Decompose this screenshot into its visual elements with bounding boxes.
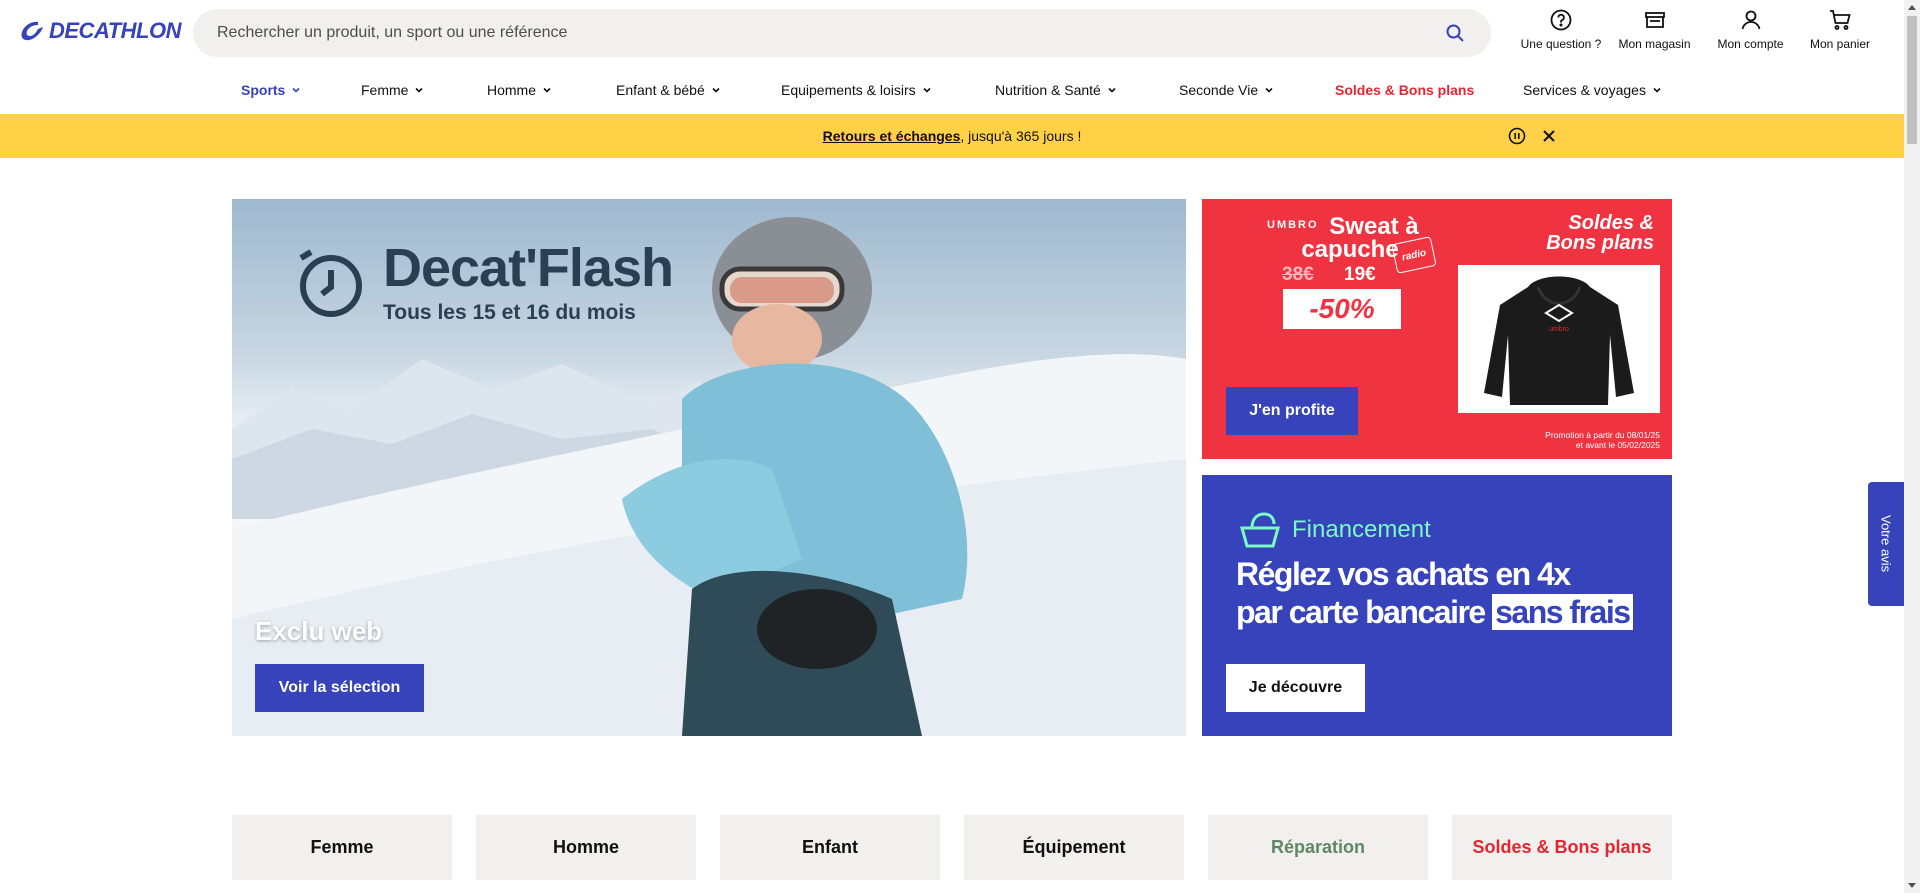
category-shortcuts: Femme Homme Enfant Équipement Réparation… — [232, 815, 1672, 880]
chevron-down-icon — [712, 87, 720, 93]
chevron-down-icon — [923, 87, 931, 93]
hero-tag: Exclu web — [255, 616, 383, 646]
nav-item-label: Equipements & loisirs — [781, 82, 916, 98]
nav-item-homme[interactable]: Homme — [487, 72, 552, 108]
legal-line2: et avant le 05/02/2025 — [1575, 440, 1660, 450]
cart-icon — [1830, 10, 1851, 30]
sale-tag-line1: Soldes & — [1568, 212, 1654, 234]
nav-item-enfant-bebe[interactable]: Enfant & bébé — [616, 72, 721, 108]
promo-cta-button[interactable]: J'en profite — [1226, 387, 1358, 435]
pause-icon — [1508, 127, 1526, 145]
chevron-down-icon — [1265, 87, 1273, 93]
category-homme[interactable]: Homme — [476, 815, 696, 880]
nav-item-soldes[interactable]: Soldes & Bons plans — [1335, 72, 1474, 108]
search-input[interactable] — [217, 24, 1443, 42]
logo-mark-icon — [21, 21, 43, 41]
chevron-down-icon — [1653, 87, 1661, 93]
search-button[interactable] — [1443, 21, 1467, 45]
promo-sale-tag: Soldes & Bons plans — [1546, 213, 1654, 253]
close-banner-button[interactable] — [1539, 126, 1559, 146]
promo-legal: Promotion à partir du 08/01/25 et avant … — [1545, 430, 1660, 450]
scrollbar-thumb[interactable] — [1907, 16, 1917, 144]
hoodie-illustration: umbro — [1484, 276, 1634, 405]
financing-label: Financement — [1292, 516, 1431, 543]
main-navigation: Sports Femme Homme Enfant & bébé Equipem… — [0, 72, 1904, 108]
hoodie-image: umbro — [1458, 265, 1660, 413]
promo-new-price: 19€ — [1344, 264, 1376, 285]
nav-item-label: Homme — [487, 82, 537, 98]
category-equipement[interactable]: Équipement — [964, 815, 1184, 880]
promo-old-price: 38€ — [1282, 264, 1314, 285]
site-header: DECATHLON Une question ? Mon magasin — [0, 0, 1904, 66]
banner-text: , jusqu'à 365 jours ! — [960, 128, 1082, 144]
financing-line1: Réglez vos achats en 4x — [1236, 556, 1571, 592]
nav-item-equipements[interactable]: Equipements & loisirs — [781, 72, 932, 108]
chevron-down-icon — [415, 87, 424, 93]
timer-icon — [299, 249, 362, 317]
scroll-down-arrow[interactable] — [1908, 883, 1916, 888]
hero-title-group: Decat'Flash Tous les 15 et 16 du mois — [287, 238, 674, 325]
category-femme[interactable]: Femme — [232, 815, 452, 880]
decathlon-logo[interactable]: DECATHLON — [19, 18, 181, 44]
feedback-label: Votre avis — [1878, 515, 1894, 573]
svg-text:umbro: umbro — [1549, 326, 1569, 333]
nav-item-label: Seconde Vie — [1179, 82, 1259, 98]
nav-item-label: Soldes & Bons plans — [1335, 82, 1475, 98]
hero-decatflash[interactable]: Decat'Flash Tous les 15 et 16 du mois Ex… — [232, 199, 1186, 736]
legal-line1: Promotion à partir du 08/01/25 — [1545, 430, 1660, 440]
nav-item-services-voyages[interactable]: Services & voyages — [1523, 72, 1662, 108]
discover-button[interactable]: Je découvre — [1226, 664, 1365, 712]
cart-button[interactable]: Mon panier — [1796, 8, 1884, 51]
page-scrollbar[interactable] — [1904, 0, 1920, 893]
financing-headline: Réglez vos achats en 4x par carte bancai… — [1236, 555, 1633, 631]
nav-item-nutrition-sante[interactable]: Nutrition & Santé — [995, 72, 1117, 108]
financing-card[interactable]: Financement Réglez vos achats en 4x par … — [1202, 475, 1672, 736]
financing-highlight: sans frais — [1492, 594, 1633, 630]
user-icon — [1741, 10, 1760, 30]
search-icon — [1446, 24, 1464, 42]
promo-umbro-hoodie[interactable]: UMBRO Sweat à capuche 38€ 19€ -50% radio… — [1202, 199, 1672, 459]
scroll-up-arrow[interactable] — [1908, 5, 1916, 10]
question-icon — [1550, 9, 1572, 31]
category-reparation[interactable]: Réparation — [1208, 815, 1428, 880]
hero-title: Decat'Flash — [383, 238, 674, 298]
nav-item-label: Sports — [241, 82, 286, 98]
chevron-down-icon — [1108, 87, 1116, 93]
basket-icon — [1240, 512, 1280, 548]
nav-item-label: Femme — [361, 82, 409, 98]
pause-button[interactable] — [1507, 126, 1527, 146]
promo-discount-badge: -50% — [1283, 289, 1401, 329]
hero-subtitle: Tous les 15 et 16 du mois — [383, 301, 636, 324]
account-label: Mon compte — [1717, 37, 1784, 51]
nav-item-femme[interactable]: Femme — [361, 72, 424, 108]
feedback-tab[interactable]: Votre avis — [1868, 482, 1904, 606]
store-button[interactable]: Mon magasin — [1606, 8, 1703, 51]
chevron-down-icon — [543, 87, 551, 93]
financing-line2: par carte bancaire sans frais — [1236, 593, 1633, 631]
see-selection-button[interactable]: Voir la sélection — [255, 664, 424, 712]
announcement-banner: Retours et échanges , jusqu'à 365 jours … — [0, 114, 1904, 158]
category-enfant[interactable]: Enfant — [720, 815, 940, 880]
close-icon — [1543, 130, 1555, 142]
cart-label: Mon panier — [1809, 37, 1871, 51]
nav-item-label: Nutrition & Santé — [995, 82, 1101, 98]
nav-item-sports[interactable]: Sports — [241, 72, 301, 108]
help-label: Une question ? — [1520, 37, 1602, 51]
sale-tag-line2: Bons plans — [1546, 232, 1654, 254]
chevron-down-icon — [292, 87, 300, 93]
nav-item-label: Services & voyages — [1523, 82, 1646, 98]
financing-line2-prefix: par carte bancaire — [1236, 594, 1486, 630]
help-button[interactable]: Une question ? — [1516, 8, 1606, 51]
store-label: Mon magasin — [1618, 37, 1691, 51]
nav-item-label: Enfant & bébé — [616, 82, 705, 98]
nav-item-seconde-vie[interactable]: Seconde Vie — [1179, 72, 1274, 108]
store-icon — [1644, 12, 1665, 28]
account-button[interactable]: Mon compte — [1705, 8, 1796, 51]
logo-text: DECATHLON — [49, 18, 181, 43]
search-bar[interactable] — [193, 9, 1491, 57]
returns-link[interactable]: Retours et échanges — [823, 128, 961, 144]
category-soldes[interactable]: Soldes & Bons plans — [1452, 815, 1672, 880]
header-tools: Une question ? Mon magasin Mon compte Mo… — [1516, 8, 1884, 51]
